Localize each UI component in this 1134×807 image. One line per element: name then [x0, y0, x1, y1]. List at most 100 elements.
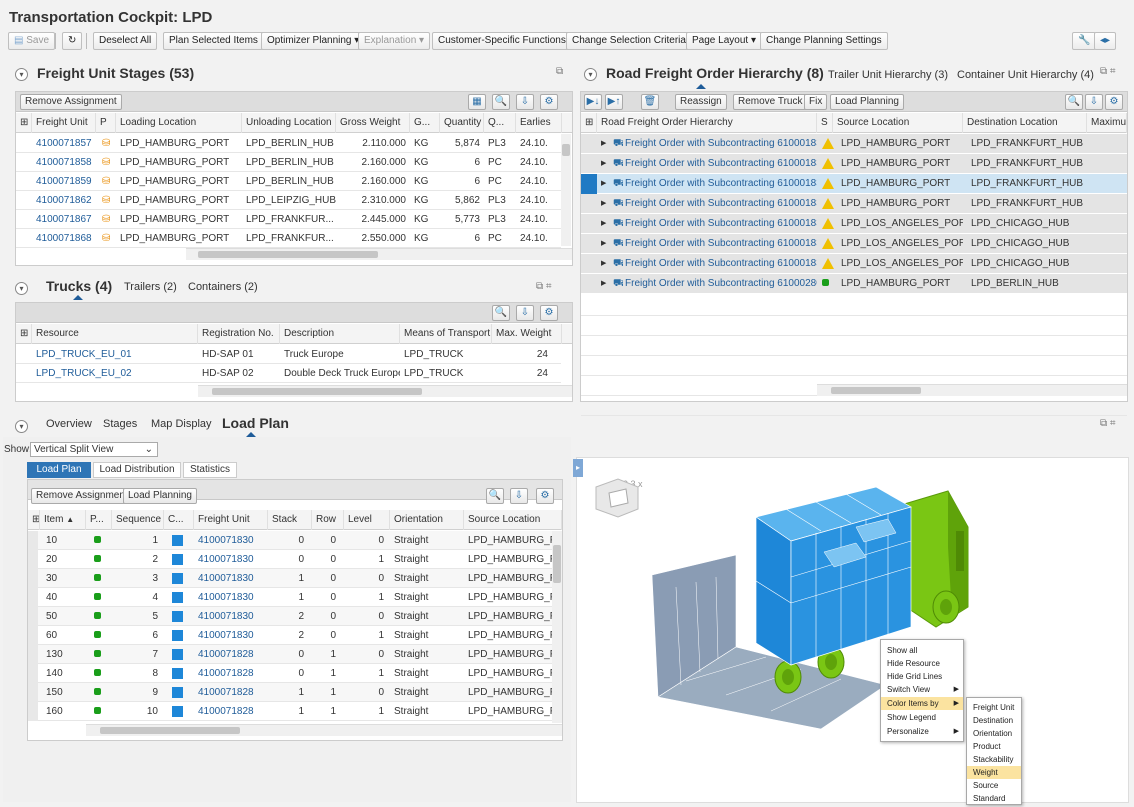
- plan-selected-button[interactable]: Plan Selected Items: [163, 32, 264, 50]
- col-freight-unit[interactable]: Freight Unit: [32, 113, 96, 133]
- tab-containers[interactable]: Containers (2): [188, 281, 258, 293]
- scroll-thumb[interactable]: [212, 388, 422, 395]
- settings-icon[interactable]: ⚙: [540, 305, 558, 321]
- load-planning-button[interactable]: Load Planning: [830, 94, 904, 110]
- menu-personalize[interactable]: Personalize ▶: [881, 725, 963, 738]
- table-row[interactable]: 60 6 4100071830 2 0 1 Straight LPD_HAMBURG_P(: [28, 626, 552, 645]
- subtab-load-plan[interactable]: Load Plan: [27, 462, 91, 478]
- column-settings-icon[interactable]: ⊞: [581, 113, 597, 133]
- col-s[interactable]: S: [817, 113, 833, 133]
- expand-arrow-icon[interactable]: ▶: [597, 214, 609, 233]
- freight-order-link[interactable]: Freight Order with Subcontracting 610001…: [621, 154, 817, 173]
- freight-order-link[interactable]: Freight Order with Subcontracting 610001…: [621, 174, 817, 193]
- table-row[interactable]: 10 1 4100071830 0 0 0 Straight LPD_HAMBURG_P(: [28, 531, 552, 550]
- col-q[interactable]: Q...: [484, 113, 516, 133]
- row-selector[interactable]: [28, 531, 38, 550]
- subtab-load-distribution[interactable]: Load Distribution: [93, 462, 181, 478]
- save-button[interactable]: ▤ Save: [8, 32, 56, 50]
- freight-order-link[interactable]: Freight Order with Subcontracting 610001…: [621, 134, 817, 153]
- table-row[interactable]: ▶ ⛟ Freight Order with Subcontracting 6100…: [581, 214, 1127, 234]
- expand-arrow-icon[interactable]: ▶: [597, 254, 609, 273]
- col-unloading-location[interactable]: Unloading Location: [242, 113, 336, 133]
- horizontal-scrollbar[interactable]: [86, 724, 562, 736]
- table-row[interactable]: LPD_TRUCK_EU_02 HD-SAP 02 Double Deck Truc…: [16, 364, 561, 383]
- page-layout-button[interactable]: Page Layout ▾: [686, 32, 762, 50]
- settings-icon[interactable]: ⚙: [540, 94, 558, 110]
- vertical-scrollbar[interactable]: [561, 134, 571, 246]
- table-row[interactable]: 150 9 4100071828 1 1 0 Straight LPD_HAMBURG_P(: [28, 683, 552, 702]
- collapse-icon[interactable]: ▾: [584, 68, 597, 81]
- search-icon[interactable]: 🔍: [486, 488, 504, 504]
- col-row[interactable]: Row: [312, 510, 344, 530]
- remove-assignment-button[interactable]: Remove Assignment: [31, 488, 133, 504]
- col-maximum[interactable]: Maximu: [1087, 113, 1127, 133]
- table-row[interactable]: 4100071859 ⛁ LPD_HAMBURG_PORT LPD_BERLIN_HU…: [16, 172, 561, 191]
- tab-load-plan[interactable]: Load Plan: [222, 415, 289, 431]
- deselect-all-button[interactable]: Deselect All: [93, 32, 158, 50]
- table-row[interactable]: 4100071867 ⛁ LPD_HAMBURG_PORT LPD_FRANKFUR.…: [16, 210, 561, 229]
- table-row[interactable]: ▶ ⛟ Freight Order with Subcontracting 6100…: [581, 154, 1127, 174]
- split-icon[interactable]: ◂▸: [1094, 32, 1117, 50]
- freight-order-link[interactable]: Freight Order with Subcontracting 610001…: [621, 254, 817, 273]
- col-stack[interactable]: Stack: [268, 510, 312, 530]
- menu-show-legend[interactable]: Show Legend: [881, 711, 963, 724]
- row-selector[interactable]: [28, 588, 38, 607]
- navigation-cube-icon[interactable]: [595, 478, 639, 518]
- freight-unit-link[interactable]: 4100071830: [194, 531, 268, 550]
- table-row[interactable]: ▶ ⛟ Freight Order with Subcontracting 6100…: [581, 234, 1127, 254]
- column-settings-icon[interactable]: ⊞: [28, 510, 40, 530]
- row-selector[interactable]: [28, 702, 38, 721]
- menu-switch-view[interactable]: Switch View ▶: [881, 683, 963, 696]
- column-settings-icon[interactable]: ⊞: [16, 324, 32, 344]
- view-select[interactable]: Vertical Split View ⌄: [30, 442, 158, 457]
- freight-unit-link[interactable]: 4100071830: [194, 626, 268, 645]
- table-row[interactable]: ▶ ⛟ Freight Order with Subcontracting 6100…: [581, 194, 1127, 214]
- col-description[interactable]: Description: [280, 324, 400, 344]
- expand-arrow-icon[interactable]: ▶: [597, 154, 609, 173]
- col-item[interactable]: Item ▲: [40, 510, 86, 530]
- table-row[interactable]: 4100071858 ⛁ LPD_HAMBURG_PORT LPD_BERLIN_HU…: [16, 153, 561, 172]
- wrench-icon[interactable]: 🔧: [1072, 32, 1097, 50]
- refresh-button[interactable]: ↻: [62, 32, 83, 50]
- col-loading-location[interactable]: Loading Location: [116, 113, 242, 133]
- maximize-icon[interactable]: ⧉ ⌗: [536, 281, 552, 292]
- column-settings-icon[interactable]: ⊞: [16, 113, 32, 133]
- freight-unit-link[interactable]: 4100071830: [194, 607, 268, 626]
- search-icon[interactable]: 🔍: [492, 305, 510, 321]
- optimizer-planning-button[interactable]: Optimizer Planning ▾: [261, 32, 366, 50]
- export-icon[interactable]: ⇩: [516, 94, 534, 110]
- freight-unit-link[interactable]: 4100071828: [194, 645, 268, 664]
- expand-arrow-icon[interactable]: ▶: [597, 194, 609, 213]
- table-row[interactable]: 4100071857 ⛁ LPD_HAMBURG_PORT LPD_BERLIN_HU…: [16, 134, 561, 153]
- table-row[interactable]: 40 4 4100071830 1 0 1 Straight LPD_HAMBURG_P(: [28, 588, 552, 607]
- col-gross-weight[interactable]: Gross Weight: [336, 113, 410, 133]
- scroll-thumb[interactable]: [831, 387, 921, 394]
- scroll-thumb[interactable]: [100, 727, 240, 734]
- freight-order-link[interactable]: Freight Order with Subcontracting 610001…: [621, 194, 817, 213]
- filter-icon[interactable]: ▦: [468, 94, 486, 110]
- fix-button[interactable]: Fix: [804, 94, 828, 110]
- delete-icon[interactable]: 🗑: [641, 94, 659, 110]
- freight-unit-link[interactable]: 4100071858: [32, 153, 96, 172]
- vertical-scrollbar[interactable]: [552, 531, 562, 723]
- col-means-of-transport[interactable]: Means of Transport: [400, 324, 492, 344]
- table-row[interactable]: ▶ ⛟ Freight Order with Subcontracting 6100…: [581, 274, 1127, 294]
- col-freight-unit[interactable]: Freight Unit: [194, 510, 268, 530]
- explanation-button[interactable]: Explanation ▾: [358, 32, 431, 50]
- tab-overview[interactable]: Overview: [46, 418, 92, 430]
- change-selection-button[interactable]: Change Selection Criteria: [566, 32, 692, 50]
- search-icon[interactable]: 🔍: [492, 94, 510, 110]
- freight-unit-link[interactable]: 4100071857: [32, 134, 96, 153]
- load-planning-button[interactable]: Load Planning: [123, 488, 197, 504]
- submenu-stackability[interactable]: Stackability: [967, 753, 1021, 766]
- col-destination-location[interactable]: Destination Location: [963, 113, 1087, 133]
- freight-unit-link[interactable]: 4100071862: [32, 191, 96, 210]
- expand-icon[interactable]: ▶↓: [584, 94, 602, 110]
- table-row[interactable]: ▶ ⛟ Freight Order with Subcontracting 6100…: [581, 134, 1127, 154]
- table-row[interactable]: ▶ ⛟ Freight Order with Subcontracting 6100…: [581, 254, 1127, 274]
- table-row[interactable]: 130 7 4100071828 0 1 0 Straight LPD_HAMBURG_P(: [28, 645, 552, 664]
- table-row[interactable]: 30 3 4100071830 1 0 0 Straight LPD_HAMBURG_P(: [28, 569, 552, 588]
- expand-arrow-icon[interactable]: ▶: [597, 274, 609, 293]
- row-selector[interactable]: [28, 550, 38, 569]
- export-icon[interactable]: ⇩: [510, 488, 528, 504]
